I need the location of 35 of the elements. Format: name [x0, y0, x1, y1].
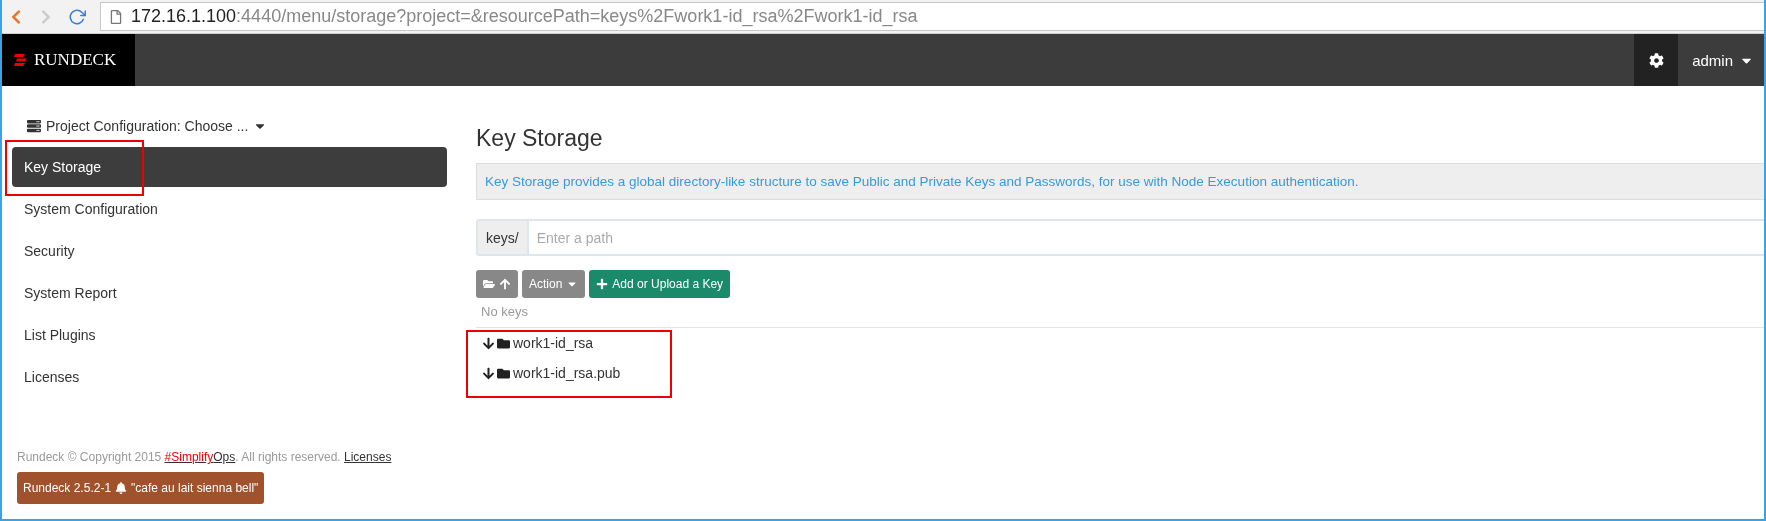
- parent-folder-button[interactable]: [476, 270, 518, 298]
- key-name[interactable]: work1-id_rsa: [513, 335, 594, 351]
- sidebar-item[interactable]: Security: [12, 231, 447, 271]
- folder-icon: [483, 278, 495, 290]
- version-badge: Rundeck 2.5.2-1 "cafe au lait sienna bell": [17, 472, 265, 504]
- add-key-button[interactable]: Add or Upload a Key: [589, 270, 731, 298]
- address-bar[interactable]: 172.16.1.100:4440/menu/storage?project=&resourcePath=keys%2Fwork1-id_rsa%2Fwork1-id_rsa: [100, 2, 1764, 31]
- settings-button[interactable]: [1634, 34, 1678, 86]
- sidebar-item[interactable]: Key Storage: [12, 147, 447, 187]
- logo-icon: [14, 53, 28, 67]
- action-button[interactable]: Action: [522, 270, 586, 298]
- sidebar-item[interactable]: List Plugins: [12, 315, 447, 355]
- page-icon: [109, 9, 123, 24]
- sidebar-item[interactable]: Licenses: [12, 357, 447, 397]
- sidebar-item[interactable]: System Report: [12, 273, 447, 313]
- reload-icon[interactable]: [68, 7, 86, 26]
- empty-text: No keys: [476, 304, 1764, 328]
- project-menu[interactable]: Project Configuration: Choose ...: [12, 115, 447, 137]
- download-folder-icon: [482, 336, 510, 350]
- key-name[interactable]: work1-id_rsa.pub: [513, 365, 621, 381]
- download-folder-icon: [482, 366, 510, 380]
- brand-logo[interactable]: RUNDECK: [2, 34, 135, 86]
- plus-icon: [596, 278, 609, 290]
- settings-icon: [1648, 52, 1664, 68]
- arrow-up-icon: [499, 278, 511, 290]
- licenses-link[interactable]: Licenses: [344, 450, 392, 464]
- path-input-group[interactable]: keys/ Enter a path: [476, 219, 1764, 256]
- path-prefix: keys/: [478, 221, 529, 254]
- bell-icon: [115, 482, 128, 494]
- copyright-text: Rundeck © Copyright 2015 #SimplifyOps. All rights reserved. Licenses: [17, 450, 393, 464]
- info-text: Key Storage provides a global directory-like structure to save Public and Private Keys and Passwords, for use with Node Execution authentication.: [476, 163, 1764, 200]
- page-title: Key Storage: [476, 125, 604, 152]
- sidebar-item[interactable]: System Configuration: [12, 189, 447, 229]
- user-menu[interactable]: admin: [1678, 34, 1764, 86]
- server-icon: [27, 119, 41, 133]
